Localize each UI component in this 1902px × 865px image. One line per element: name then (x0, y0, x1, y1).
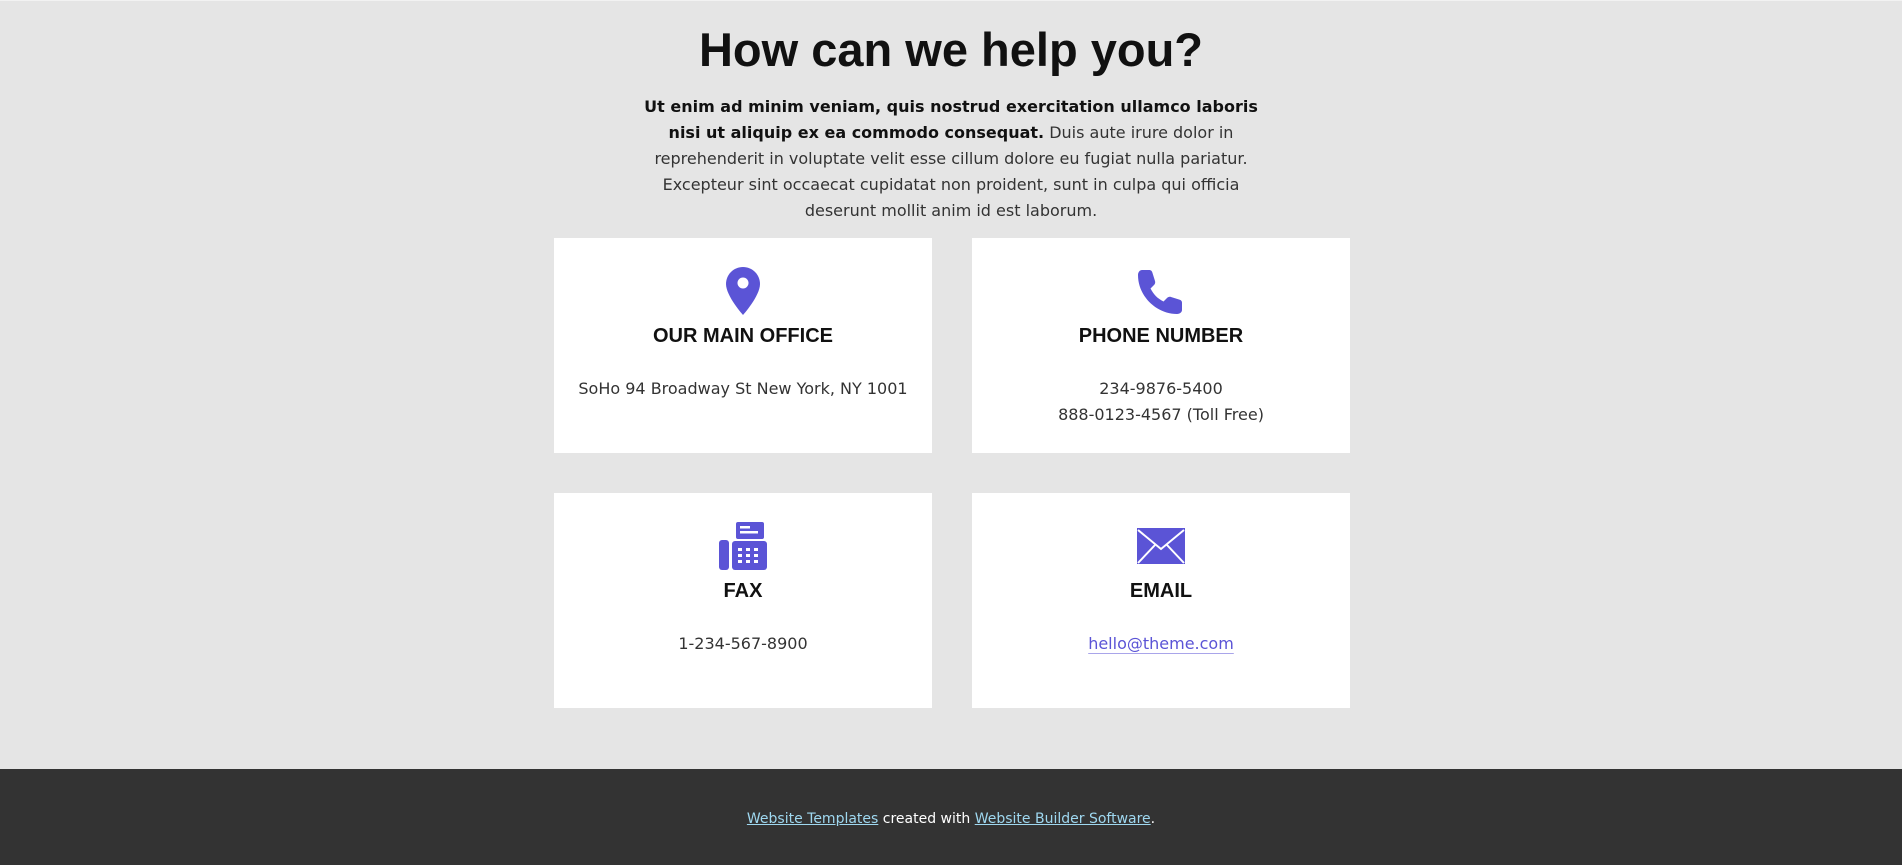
office-title: OUR MAIN OFFICE (653, 325, 833, 347)
fax-number: 1-234-567-8900 (678, 634, 808, 653)
footer-middle-text: created with (878, 811, 975, 827)
office-card: OUR MAIN OFFICE SoHo 94 Broadway St New … (554, 238, 932, 453)
fax-icon (554, 521, 932, 571)
email-card: EMAIL hello@theme.com (972, 493, 1350, 708)
email-title: EMAIL (1129, 580, 1193, 602)
envelope-icon (972, 521, 1350, 571)
fax-details: 1-234-567-8900 (554, 631, 932, 657)
contact-section: How can we help you? Ut enim ad minim ve… (0, 0, 1902, 769)
email-link[interactable]: hello@theme.com (972, 631, 1350, 657)
footer-credits: Website Templates created with Website B… (0, 809, 1902, 829)
phone-title: PHONE NUMBER (1078, 325, 1244, 347)
website-builder-link[interactable]: Website Builder Software (975, 811, 1151, 827)
phone-number-tollfree: 888-0123-4567 (Toll Free) (1058, 405, 1264, 424)
map-pin-icon (554, 266, 932, 316)
footer: Website Templates created with Website B… (0, 769, 1902, 865)
phone-details: 234-9876-5400 888-0123-4567 (Toll Free) (972, 376, 1350, 428)
intro-text: Ut enim ad minim veniam, quis nostrud ex… (632, 94, 1270, 224)
footer-period: . (1150, 811, 1156, 827)
office-details: SoHo 94 Broadway St New York, NY 1001 (554, 376, 932, 402)
phone-icon (972, 266, 1350, 316)
page-title: How can we help you? (698, 23, 1203, 76)
fax-card: FAX 1-234-567-8900 (554, 493, 932, 708)
phone-card: PHONE NUMBER 234-9876-5400 888-0123-4567… (972, 238, 1350, 453)
fax-title: FAX (723, 580, 763, 602)
website-templates-link[interactable]: Website Templates (747, 811, 878, 827)
email-details: hello@theme.com (972, 631, 1350, 657)
office-address: SoHo 94 Broadway St New York, NY 1001 (578, 379, 908, 398)
phone-number-main: 234-9876-5400 (1099, 379, 1223, 398)
